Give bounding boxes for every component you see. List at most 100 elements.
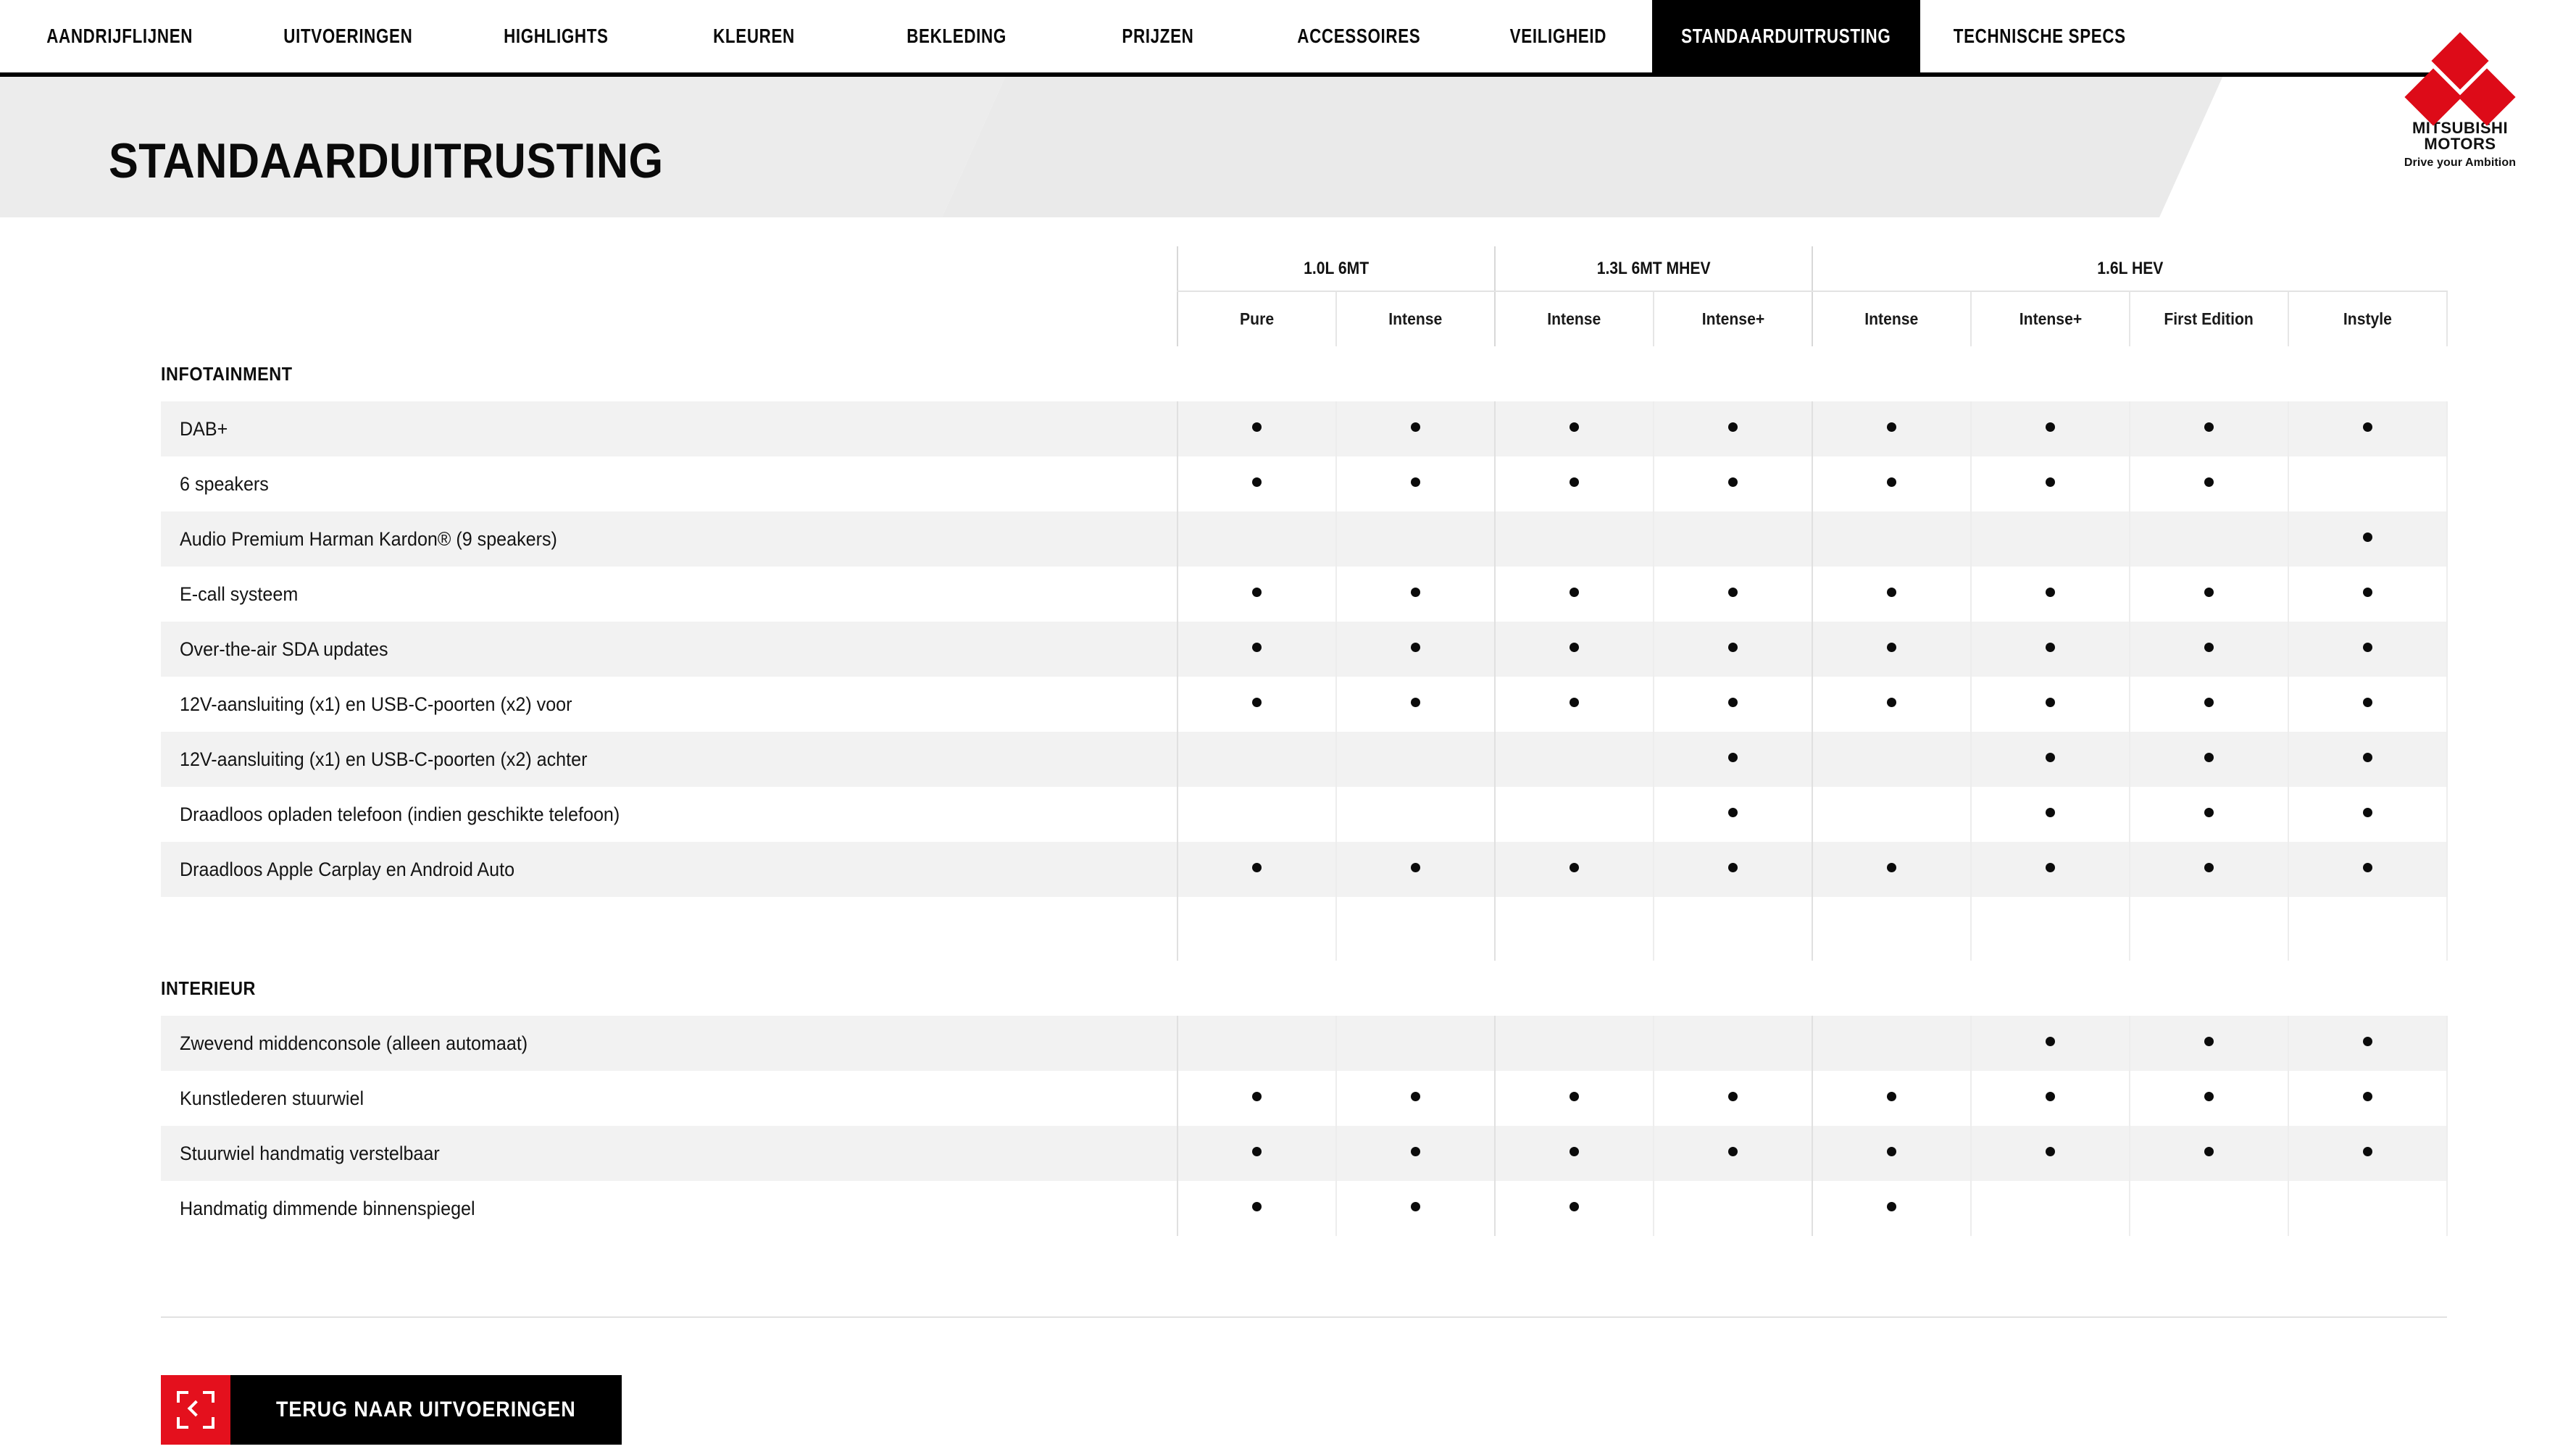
feature-available-cell xyxy=(1494,1181,1654,1236)
availability-dot-icon xyxy=(2363,1092,2373,1101)
nav-item-bekleding[interactable]: BEKLEDING xyxy=(851,0,1062,72)
fullscreen-back-icon[interactable] xyxy=(161,1375,230,1445)
feature-available-cell xyxy=(2129,677,2289,732)
nav-item-uitvoeringen[interactable]: UITVOERINGEN xyxy=(239,0,457,72)
spacer-cell xyxy=(1812,929,1972,961)
feature-available-cell xyxy=(1812,456,1972,511)
nav-item-prijzen[interactable]: PRIJZEN xyxy=(1062,0,1254,72)
availability-dot-icon xyxy=(1411,1147,1420,1156)
availability-dot-icon xyxy=(1728,422,1738,432)
availability-dot-icon xyxy=(1887,698,1897,707)
availability-dot-icon xyxy=(2046,863,2056,872)
trim-header-spacer xyxy=(161,291,1177,346)
availability-dot-icon xyxy=(2046,422,2056,432)
feature-available-cell xyxy=(2288,567,2448,622)
feature-available-cell xyxy=(1653,842,1813,897)
feature-available-cell xyxy=(1494,401,1654,456)
availability-dot-icon xyxy=(1411,477,1420,487)
nav-item-standaarduitrusting[interactable]: STANDAARDUITRUSTING xyxy=(1652,0,1920,72)
feature-available-cell xyxy=(2129,787,2289,842)
feature-name-cell: Stuurwiel handmatig verstelbaar xyxy=(161,1126,1177,1181)
availability-dot-icon xyxy=(1570,1202,1580,1211)
feature-available-cell xyxy=(1335,1126,1496,1181)
nav-item-label: AANDRIJFLIJNEN xyxy=(46,25,193,47)
spacer-cell xyxy=(1495,346,1654,401)
availability-dot-icon xyxy=(1411,1092,1420,1101)
section-title-row: INFOTAINMENT xyxy=(161,346,2447,401)
feature-available-cell xyxy=(1177,1181,1336,1236)
feature-unavailable-cell xyxy=(1653,511,1813,567)
nav-item-accessoires[interactable]: ACCESSOIRES xyxy=(1254,0,1464,72)
nav-item-kleuren[interactable]: KLEUREN xyxy=(656,0,851,72)
nav-item-highlights[interactable]: HIGHLIGHTS xyxy=(457,0,656,72)
availability-dot-icon xyxy=(1887,863,1897,872)
spacer-cell xyxy=(1177,346,1336,401)
spacer-cell xyxy=(2129,929,2289,961)
feature-unavailable-cell xyxy=(1812,787,1972,842)
trim-header-label: Instyle xyxy=(2343,309,2393,328)
availability-dot-icon xyxy=(2046,1092,2056,1101)
feature-unavailable-cell xyxy=(1653,1181,1813,1236)
nav-item-aandrijflijnen[interactable]: AANDRIJFLIJNEN xyxy=(0,0,239,72)
section-title: INFOTAINMENT xyxy=(161,346,1177,401)
engine-group-header: 1.6L HEV xyxy=(1812,246,2448,292)
spacer-cell xyxy=(1177,961,1336,1016)
availability-dot-icon xyxy=(1728,477,1738,487)
back-button-label-wrap[interactable]: TERUG NAAR UITVOERINGEN xyxy=(230,1375,622,1445)
feature-name-cell: Draadloos Apple Carplay en Android Auto xyxy=(161,842,1177,897)
header-band-right xyxy=(942,72,2225,217)
feature-name-cell: Handmatig dimmende binnenspiegel xyxy=(161,1181,1177,1236)
feature-available-cell xyxy=(1970,622,2130,677)
feature-available-cell xyxy=(1494,567,1654,622)
availability-dot-icon xyxy=(2046,643,2056,652)
feature-available-cell xyxy=(1335,842,1496,897)
engine-group-label: 1.6L HEV xyxy=(2096,258,2164,278)
feature-name-cell: Kunstlederen stuurwiel xyxy=(161,1071,1177,1126)
availability-dot-icon xyxy=(2363,1037,2373,1046)
table-row: 6 speakers xyxy=(161,456,2448,511)
feature-unavailable-cell xyxy=(1494,787,1654,842)
feature-unavailable-cell xyxy=(1177,511,1336,567)
availability-dot-icon xyxy=(1252,863,1262,872)
availability-dot-icon xyxy=(2046,477,2056,487)
feature-name-label: Audio Premium Harman Kardon® (9 speakers… xyxy=(180,527,557,550)
feature-name-cell: E-call systeem xyxy=(161,567,1177,622)
nav-item-technische-specs[interactable]: TECHNISCHE SPECS xyxy=(1920,0,2159,72)
trim-header-label: Intense+ xyxy=(2019,309,2082,328)
feature-name-cell: 12V-aansluiting (x1) en USB-C-poorten (x… xyxy=(161,732,1177,787)
back-to-uitvoeringen-button[interactable]: TERUG NAAR UITVOERINGEN xyxy=(161,1375,622,1445)
feature-available-cell xyxy=(2129,401,2289,456)
feature-name-cell: 12V-aansluiting (x1) en USB-C-poorten (x… xyxy=(161,677,1177,732)
availability-dot-icon xyxy=(1728,643,1738,652)
feature-available-cell xyxy=(2129,622,2289,677)
feature-available-cell xyxy=(1494,677,1654,732)
nav-item-veiligheid[interactable]: VEILIGHEID xyxy=(1464,0,1652,72)
feature-available-cell xyxy=(1812,1071,1972,1126)
feature-name-cell: DAB+ xyxy=(161,401,1177,456)
feature-available-cell xyxy=(1177,842,1336,897)
availability-dot-icon xyxy=(1252,422,1262,432)
spacer-cell xyxy=(1494,897,1654,929)
feature-available-cell xyxy=(1177,567,1336,622)
feature-available-cell xyxy=(1970,567,2130,622)
feature-available-cell xyxy=(1653,732,1813,787)
feature-available-cell xyxy=(1177,677,1336,732)
availability-dot-icon xyxy=(1728,588,1738,597)
feature-unavailable-cell xyxy=(1494,1016,1654,1071)
availability-dot-icon xyxy=(2363,753,2373,762)
brand-wordmark: MITSUBISHI MOTORS xyxy=(2412,120,2508,153)
availability-dot-icon xyxy=(1728,698,1738,707)
page-root: AANDRIJFLIJNEN UITVOERINGEN HIGHLIGHTS KLEU… xyxy=(0,0,2576,1449)
availability-dot-icon xyxy=(1728,863,1738,872)
availability-dot-icon xyxy=(2204,698,2214,707)
table-row: DAB+ xyxy=(161,401,2448,456)
availability-dot-icon xyxy=(1570,1147,1580,1156)
brand-name-line1: MITSUBISHI xyxy=(2412,119,2509,137)
availability-dot-icon xyxy=(1570,643,1580,652)
availability-dot-icon xyxy=(1411,698,1420,707)
availability-dot-icon xyxy=(2363,422,2373,432)
spacer-cell xyxy=(1970,929,2130,961)
feature-available-cell xyxy=(2129,732,2289,787)
nav-item-label: ACCESSOIRES xyxy=(1296,25,1421,47)
feature-available-cell xyxy=(1335,401,1496,456)
